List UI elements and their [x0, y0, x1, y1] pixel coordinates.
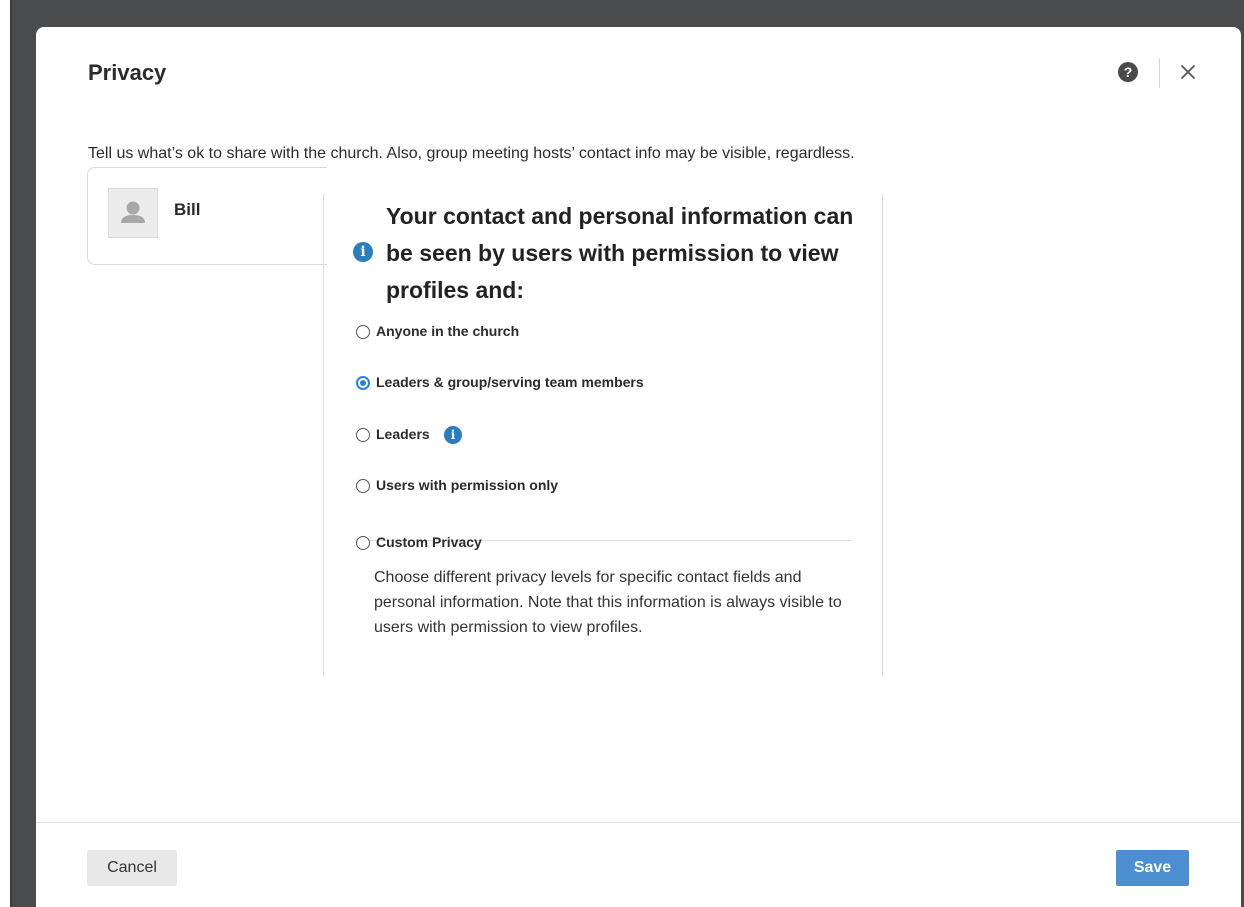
panel-heading: Your contact and personal information ca… [386, 203, 854, 303]
question-circle-icon[interactable]: ? [1118, 62, 1138, 82]
close-icon[interactable] [1176, 60, 1200, 84]
footer-divider [36, 822, 1241, 823]
cancel-button[interactable]: Cancel [87, 850, 177, 886]
person-placeholder-icon [108, 188, 158, 238]
modal-title: Privacy [88, 60, 167, 85]
radio-users-with-permission[interactable] [356, 479, 370, 493]
person-tab-bill[interactable]: Bill [87, 167, 327, 265]
option-label: Leaders [376, 426, 430, 442]
radio-leaders-group-serving[interactable] [356, 376, 370, 390]
option-label: Leaders & group/serving team members [376, 374, 644, 390]
info-icon[interactable]: i [444, 426, 462, 444]
radio-anyone-in-church[interactable] [356, 325, 370, 339]
save-button[interactable]: Save [1116, 850, 1189, 886]
option-label: Custom Privacy [376, 534, 482, 550]
privacy-modal: Privacy ? Tell us what’s ok to share wit… [36, 27, 1241, 907]
option-label: Users with permission only [376, 477, 559, 493]
left-edge-strip [0, 0, 12, 907]
intro-text: Tell us what’s ok to share with the chur… [88, 145, 855, 162]
radio-leaders[interactable] [356, 428, 370, 442]
custom-privacy-description: Choose different privacy levels for spec… [374, 569, 842, 636]
option-label: Anyone in the church [376, 323, 520, 339]
radio-custom-privacy[interactable] [356, 536, 370, 550]
info-icon[interactable]: i [353, 242, 373, 262]
person-name: Bill [174, 200, 201, 219]
header-divider [1159, 58, 1160, 88]
privacy-settings-panel: i Your contact and personal information … [323, 194, 883, 676]
